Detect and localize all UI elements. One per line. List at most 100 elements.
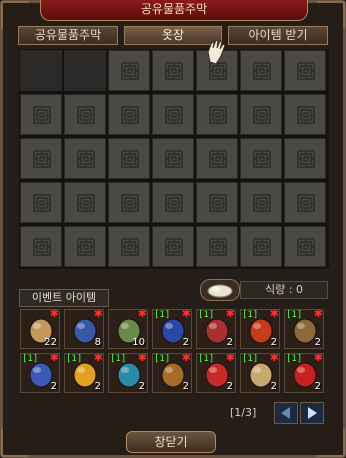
storage-slot[interactable]: [108, 182, 150, 223]
storage-slot[interactable]: [64, 138, 106, 179]
storage-slot[interactable]: [240, 138, 282, 179]
red-talisman-item[interactable]: [1] ✱ 2: [240, 309, 280, 349]
treasure-pile-item[interactable]: [1] ✱ 2: [152, 353, 192, 393]
new-star-icon: ✱: [93, 353, 103, 364]
food-amount: 식량 : 0: [240, 281, 328, 299]
tab-shared-storage[interactable]: 공유물품주막: [18, 26, 118, 45]
knot-pattern-icon: [33, 106, 51, 124]
storage-slot[interactable]: [108, 50, 150, 91]
storage-slot[interactable]: [240, 226, 282, 267]
storage-slot[interactable]: [152, 50, 194, 91]
chest-item[interactable]: [1] ✱ 2: [284, 309, 324, 349]
pouch-item[interactable]: ✱ 8: [64, 309, 104, 349]
storage-slot[interactable]: [20, 94, 62, 135]
storage-slot[interactable]: [196, 138, 238, 179]
storage-slot[interactable]: [284, 182, 326, 223]
knot-pattern-icon: [77, 238, 95, 256]
new-star-icon: ✱: [225, 309, 235, 320]
knot-pattern-icon: [33, 238, 51, 256]
knot-pattern-icon: [33, 150, 51, 168]
item-level: [1]: [198, 310, 215, 320]
knot-pattern-icon: [121, 194, 139, 212]
storage-slot[interactable]: [108, 138, 150, 179]
red-orb-item[interactable]: [1] ✱ 2: [196, 309, 236, 349]
item-count: 2: [270, 381, 277, 392]
blue-orb-item[interactable]: [1] ✱ 2: [152, 309, 192, 349]
storage-slot[interactable]: [240, 50, 282, 91]
red-charm-item[interactable]: [1] ✱ 2: [284, 353, 324, 393]
frame-corner-top-right: [317, 1, 345, 29]
new-star-icon: ✱: [181, 309, 191, 320]
storage-slot[interactable]: [196, 94, 238, 135]
new-star-icon: ✱: [93, 309, 103, 320]
page-indicator: [1/3]: [230, 406, 257, 419]
storage-slot[interactable]: [196, 226, 238, 267]
new-star-icon: ✱: [137, 353, 147, 364]
teal-feather-item[interactable]: [1] ✱ 2: [108, 353, 148, 393]
arrow-right-icon: [308, 407, 317, 419]
knot-pattern-icon: [253, 194, 271, 212]
storage-slot[interactable]: [64, 226, 106, 267]
blue-creature-item[interactable]: [1] ✱ 2: [20, 353, 60, 393]
storage-slot[interactable]: [196, 182, 238, 223]
storage-slot[interactable]: [152, 182, 194, 223]
map-scroll-item[interactable]: ✱ 22: [20, 309, 60, 349]
item-count: 22: [44, 337, 57, 348]
knot-pattern-icon: [33, 194, 51, 212]
storage-slot[interactable]: [108, 226, 150, 267]
new-star-icon: ✱: [225, 353, 235, 364]
prev-page-button[interactable]: [274, 402, 298, 424]
item-level: [1]: [198, 354, 215, 364]
storage-slot[interactable]: [64, 182, 106, 223]
next-page-button[interactable]: [300, 402, 324, 424]
item-count: 2: [182, 337, 189, 348]
new-star-icon: ✱: [269, 309, 279, 320]
storage-slot[interactable]: [64, 94, 106, 135]
event-item-list: ✱ 22 ✱ 8 ✱ 10 [1] ✱ 2 [1] ✱ 2 [1] ✱ 2 [1] ✱ 2 [1] ✱ 2 [1] ✱ 2 [1…: [19, 308, 329, 396]
new-star-icon: ✱: [313, 309, 323, 320]
storage-slot[interactable]: [20, 138, 62, 179]
parchment-item[interactable]: [1] ✱ 2: [240, 353, 280, 393]
item-count: 2: [138, 381, 145, 392]
item-level: [1]: [242, 354, 259, 364]
hand-cursor-icon: [207, 39, 226, 65]
storage-slot[interactable]: [152, 226, 194, 267]
knot-pattern-icon: [209, 106, 227, 124]
knot-pattern-icon: [77, 194, 95, 212]
storage-slot[interactable]: [64, 50, 106, 91]
knot-pattern-icon: [165, 150, 183, 168]
storage-slot[interactable]: [108, 94, 150, 135]
knot-pattern-icon: [297, 106, 315, 124]
knot-pattern-icon: [297, 238, 315, 256]
new-star-icon: ✱: [137, 309, 147, 320]
knot-pattern-icon: [253, 238, 271, 256]
storage-slot[interactable]: [284, 50, 326, 91]
rainbow-feather-item[interactable]: [1] ✱ 2: [64, 353, 104, 393]
close-window-button[interactable]: 창닫기: [126, 431, 216, 453]
knot-pattern-icon: [209, 194, 227, 212]
item-level: [1]: [242, 310, 259, 320]
item-level: [1]: [286, 354, 303, 364]
storage-slot[interactable]: [20, 226, 62, 267]
storage-slot[interactable]: [20, 50, 62, 91]
storage-slot[interactable]: [152, 94, 194, 135]
storage-slot[interactable]: [284, 94, 326, 135]
storage-slot[interactable]: [152, 138, 194, 179]
item-level: [1]: [66, 354, 83, 364]
dumpling-icon: [200, 279, 240, 301]
storage-slot[interactable]: [284, 138, 326, 179]
green-scroll-item[interactable]: ✱ 10: [108, 309, 148, 349]
bead-set-item[interactable]: [1] ✱ 2: [196, 353, 236, 393]
storage-slot[interactable]: [240, 182, 282, 223]
tab-receive-items[interactable]: 아이템 받기: [228, 26, 328, 45]
storage-slot[interactable]: [240, 94, 282, 135]
knot-pattern-icon: [297, 194, 315, 212]
storage-slot[interactable]: [284, 226, 326, 267]
item-count: 2: [314, 381, 321, 392]
storage-grid: [19, 49, 329, 269]
knot-pattern-icon: [77, 150, 95, 168]
frame-corner-bottom-left: [1, 429, 29, 457]
knot-pattern-icon: [209, 150, 227, 168]
storage-slot[interactable]: [20, 182, 62, 223]
knot-pattern-icon: [297, 62, 315, 80]
